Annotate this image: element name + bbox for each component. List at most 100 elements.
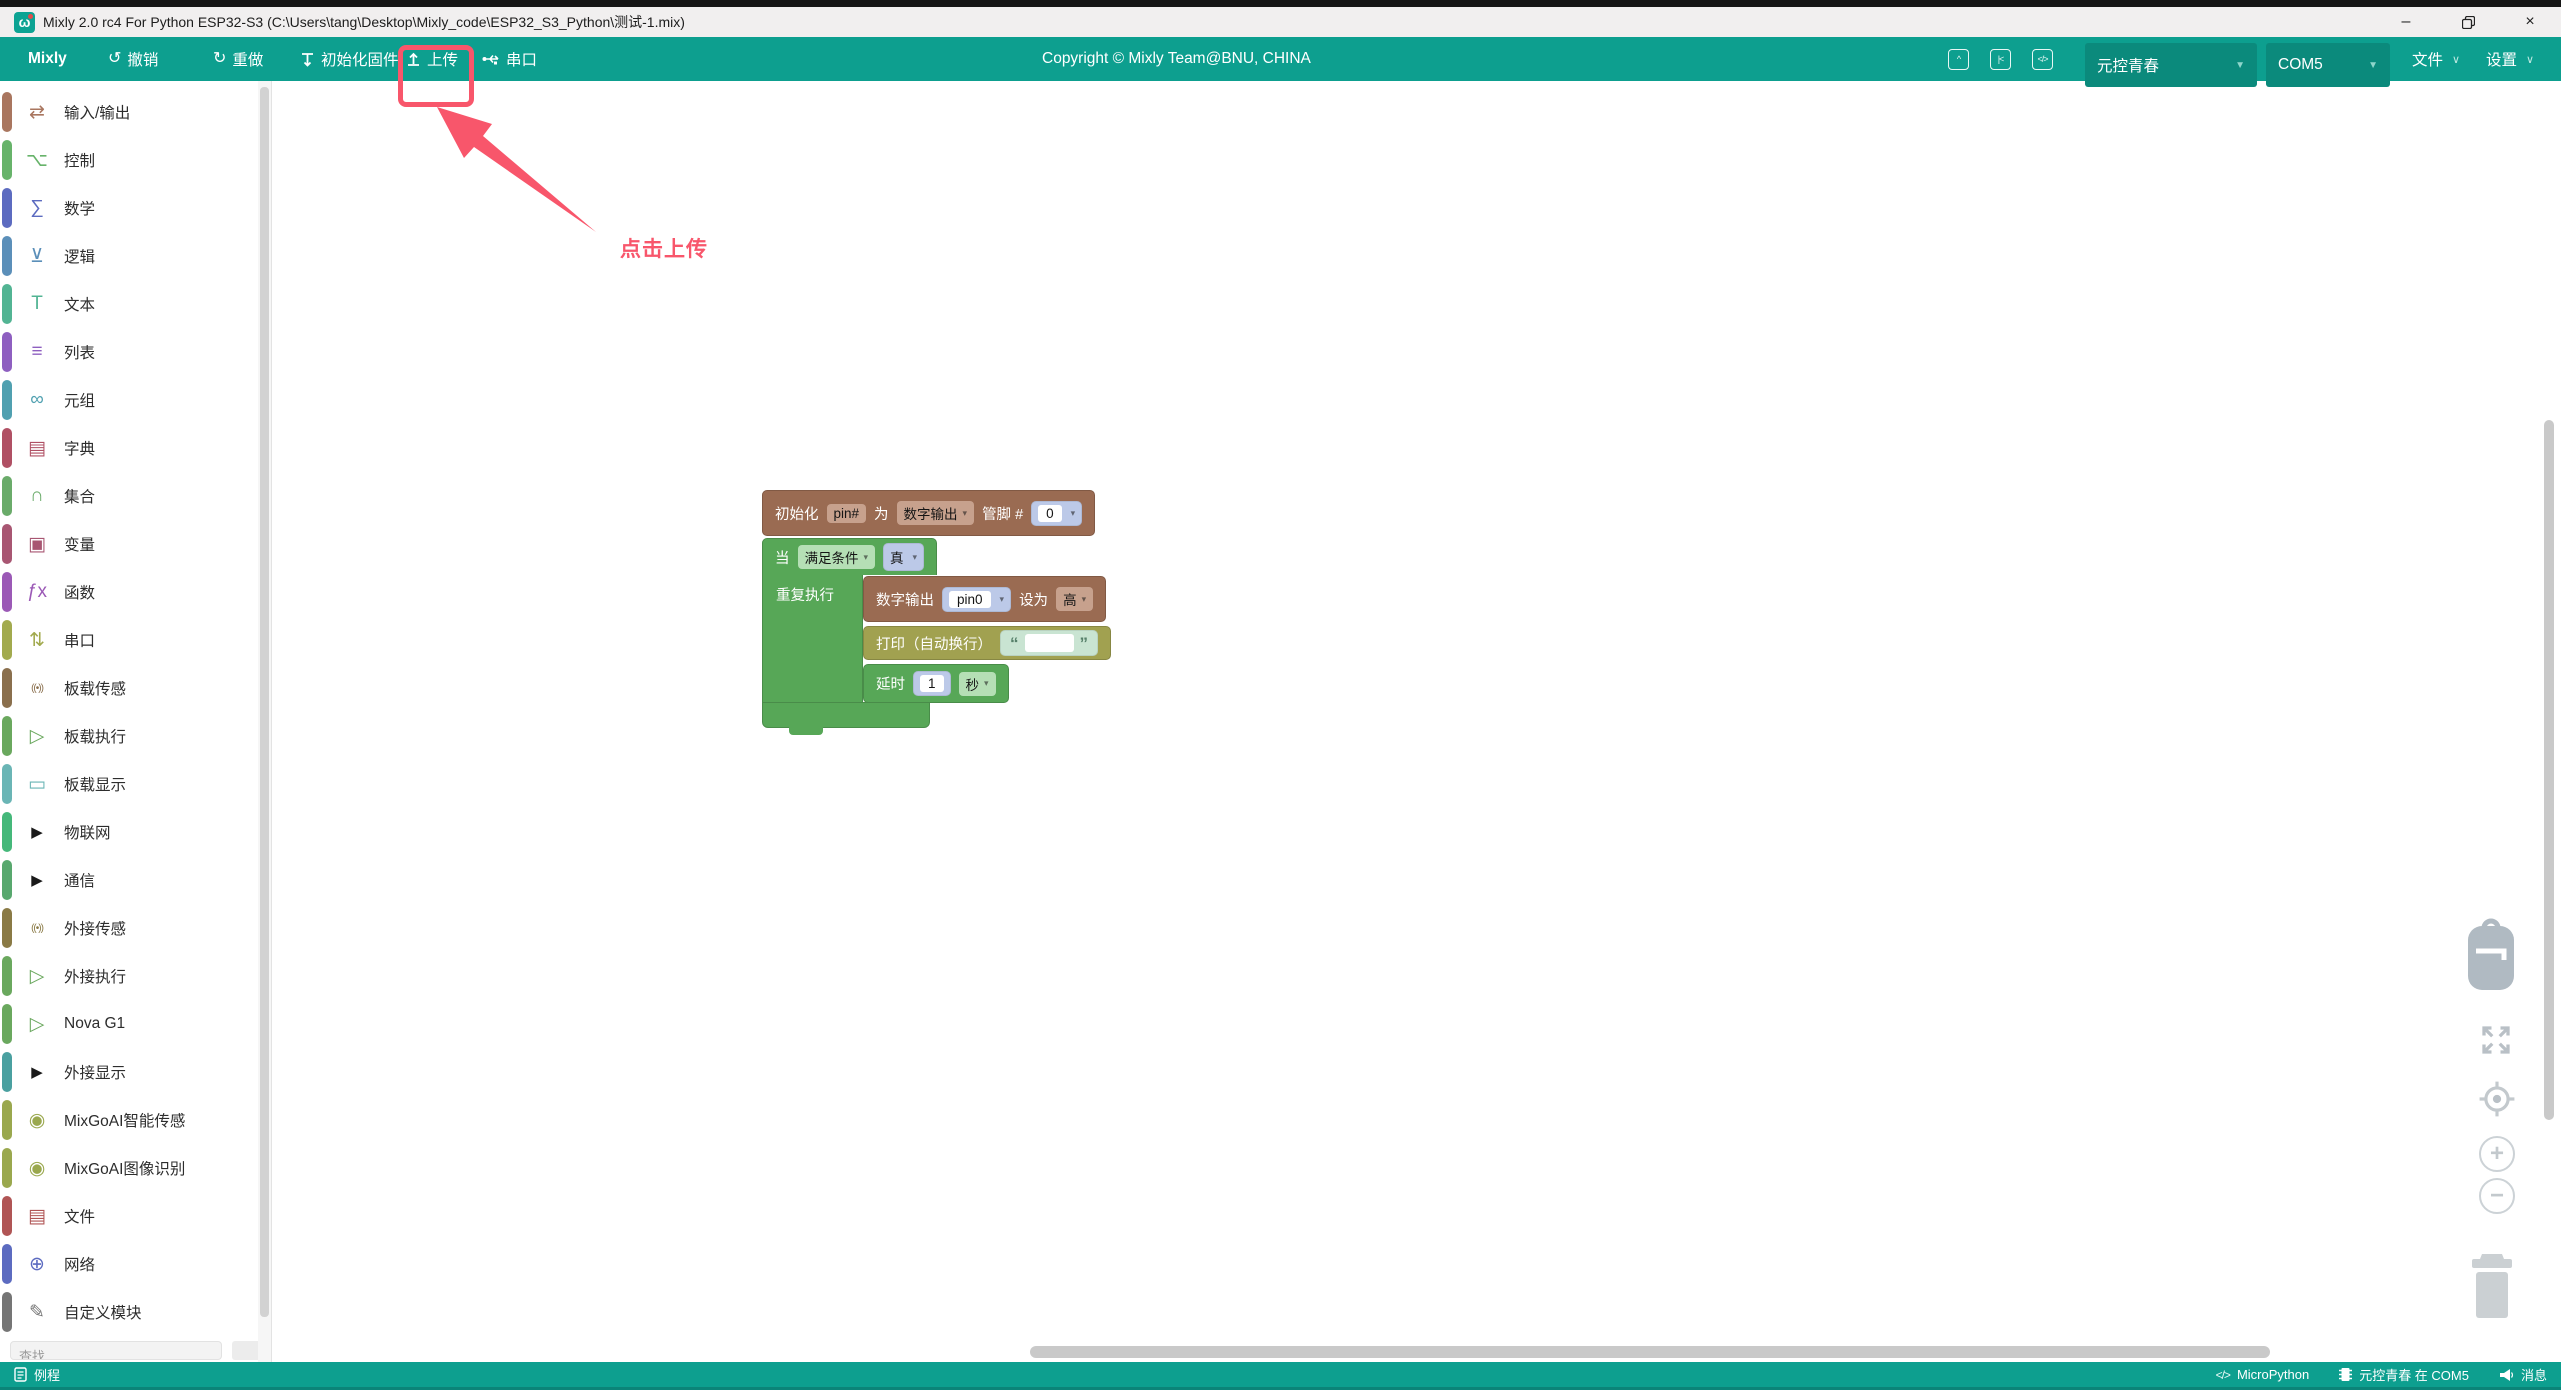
block-digital-write[interactable]: 数字输出 pin0 设为 高 [863, 576, 1106, 622]
sidebar-category[interactable]: ▶ 物联网 [0, 808, 258, 856]
block-delay-value[interactable]: 1 [913, 671, 951, 696]
canvas-vscrollbar[interactable] [2544, 420, 2554, 1120]
dropdown-pin-mode[interactable]: 数字输出 [897, 501, 975, 525]
sidebar-category[interactable]: ⊻ 逻辑 [0, 232, 258, 280]
redo-button[interactable]: ↻重做 [213, 37, 263, 81]
custom-module-icon: ✎ [22, 1301, 52, 1324]
sidebar-scrollbar-track[interactable] [258, 81, 271, 1362]
sidebar-category[interactable]: ▷ 外接执行 [0, 952, 258, 1000]
sidebar-category[interactable]: ⇄ 输入/输出 [0, 88, 258, 136]
block-repeat-label[interactable]: 重复执行 [762, 575, 863, 703]
redo-icon: ↻ [213, 51, 226, 67]
messages-button[interactable]: 消息 [2499, 1365, 2547, 1384]
math-icon: ∑ [22, 197, 52, 219]
sidebar-category[interactable]: ƒx 函数 [0, 568, 258, 616]
sidebar-category[interactable]: ≡ 列表 [0, 328, 258, 376]
sidebar-category[interactable]: ▤ 文件 [0, 1192, 258, 1240]
sidebar-category[interactable]: ◉ MixGoAI图像识别 [0, 1144, 258, 1192]
plus-icon: + [2490, 1140, 2504, 1168]
file-icon: ▤ [22, 1205, 52, 1228]
sidebar-search-input[interactable]: 查找 [10, 1341, 222, 1360]
annotation-label: 点击上传 [620, 233, 708, 263]
sidebar-category[interactable]: ▷ 板载执行 [0, 712, 258, 760]
toggle-code-button[interactable]: </> [2032, 37, 2053, 81]
dropdown-high-low[interactable]: 高 [1056, 587, 1093, 611]
minus-icon: − [2490, 1182, 2504, 1210]
minimize-button[interactable]: – [2375, 7, 2437, 37]
examples-button[interactable]: 例程 [14, 1365, 60, 1384]
init-firmware-button[interactable]: 初始化固件 [300, 37, 399, 81]
sidebar-category[interactable]: ((•)) 板载传感 [0, 664, 258, 712]
sidebar-category[interactable]: ▷ Nova G1 [0, 1000, 258, 1048]
sidebar-category[interactable]: T 文本 [0, 280, 258, 328]
close-button[interactable]: × [2499, 7, 2561, 37]
block-print[interactable]: 打印（自动换行） “ Mixly ” [863, 626, 1111, 660]
sidebar-category[interactable]: ▣ 变量 [0, 520, 258, 568]
block-repeat-footer[interactable] [762, 702, 930, 728]
undo-button[interactable]: ↺撤销 [108, 37, 158, 81]
block-true-value[interactable]: 真 [883, 543, 924, 571]
sidebar-category[interactable]: ∩ 集合 [0, 472, 258, 520]
backpack-button[interactable] [2464, 918, 2518, 999]
dropdown-time-unit[interactable]: 秒 [959, 672, 996, 696]
category-color-strip [2, 1196, 12, 1236]
restore-button[interactable] [2437, 7, 2499, 37]
sidebar-category[interactable]: ⌥ 控制 [0, 136, 258, 184]
toggle-toolbar-button[interactable]: ^ [1948, 37, 1969, 81]
trash-icon [2466, 1248, 2518, 1322]
zoom-out-button[interactable]: − [2479, 1178, 2515, 1214]
block-pin0[interactable]: pin0 [942, 587, 1011, 612]
category-color-strip [2, 236, 12, 276]
sidebar-category[interactable]: ⇅ 串口 [0, 616, 258, 664]
mixgo-ai-sensor-icon: ◉ [22, 1109, 52, 1132]
block-when-condition[interactable]: 当 满足条件 真 [762, 538, 937, 575]
zoom-in-button[interactable]: + [2479, 1136, 2515, 1172]
language-mode-status[interactable]: </> MicroPython [2216, 1367, 2310, 1382]
category-color-strip [2, 92, 12, 132]
block-delay[interactable]: 延时 1 秒 [863, 664, 1009, 703]
category-color-strip [2, 812, 12, 852]
canvas-hscrollbar[interactable] [1030, 1346, 2270, 1358]
window-controls: – × [2375, 7, 2561, 37]
external-actuator-icon: ▷ [22, 965, 52, 988]
sidebar-category[interactable]: ◉ MixGoAI智能传感 [0, 1096, 258, 1144]
collapse-panel-icon: ^ [1948, 49, 1969, 70]
category-color-strip [2, 524, 12, 564]
block-string-mixly[interactable]: “ Mixly ” [1000, 630, 1098, 656]
sidebar-category[interactable]: ▶ 通信 [0, 856, 258, 904]
block-init-pin[interactable]: 初始化 pin# 为 数字输出 管脚 # 0 [762, 490, 1095, 536]
sidebar-category[interactable]: ▭ 板载显示 [0, 760, 258, 808]
reset-view-button[interactable] [2478, 1080, 2516, 1123]
serial-monitor-button[interactable]: 串口 [482, 37, 537, 81]
sidebar-category[interactable]: ((•)) 外接传感 [0, 904, 258, 952]
board-select[interactable]: 元控青春▼ [2085, 43, 2257, 87]
port-select[interactable]: COM5▼ [2266, 43, 2390, 87]
upload-button[interactable]: 上传 [406, 37, 458, 81]
file-menu[interactable]: 文件∨ [2412, 37, 2460, 81]
block-pin-number[interactable]: 0 [1031, 501, 1082, 526]
field-string-value[interactable]: Mixly [1025, 634, 1074, 652]
usb-icon [482, 52, 500, 66]
category-color-strip [2, 380, 12, 420]
dropdown-condition[interactable]: 满足条件 [798, 545, 876, 569]
restore-icon [2462, 16, 2475, 29]
board-connection-status[interactable]: 元控青春 在 COM5 [2339, 1365, 2469, 1384]
settings-menu[interactable]: 设置∨ [2486, 37, 2534, 81]
category-color-strip [2, 1292, 12, 1332]
trash-button[interactable] [2466, 1248, 2518, 1327]
toggle-sidebar-button[interactable]: |< [1990, 37, 2011, 81]
field-pin-name[interactable]: pin# [827, 504, 867, 523]
sidebar-category[interactable]: ⊕ 网络 [0, 1240, 258, 1288]
sidebar-category[interactable]: ✎ 自定义模块 [0, 1288, 258, 1336]
sidebar-category[interactable]: ∞ 元组 [0, 376, 258, 424]
main-toolbar: Mixly ↺撤销 ↻重做 初始化固件 上传 串口 Copyright © Mi… [0, 37, 2561, 81]
upload-icon [406, 52, 421, 67]
sidebar-category[interactable]: ▶ 外接显示 [0, 1048, 258, 1096]
open-quote-icon: “ [1010, 635, 1019, 652]
center-blocks-button[interactable] [2478, 1022, 2514, 1063]
copyright-text: Copyright © Mixly Team@BNU, CHINA [1042, 37, 1311, 81]
sidebar-category[interactable]: ∑ 数学 [0, 184, 258, 232]
sidebar-category[interactable]: ▤ 字典 [0, 424, 258, 472]
sidebar-scrollbar-thumb[interactable] [260, 87, 269, 1317]
mixly-app-window: ω Mixly 2.0 rc4 For Python ESP32-S3 (C:\… [0, 0, 2561, 1390]
